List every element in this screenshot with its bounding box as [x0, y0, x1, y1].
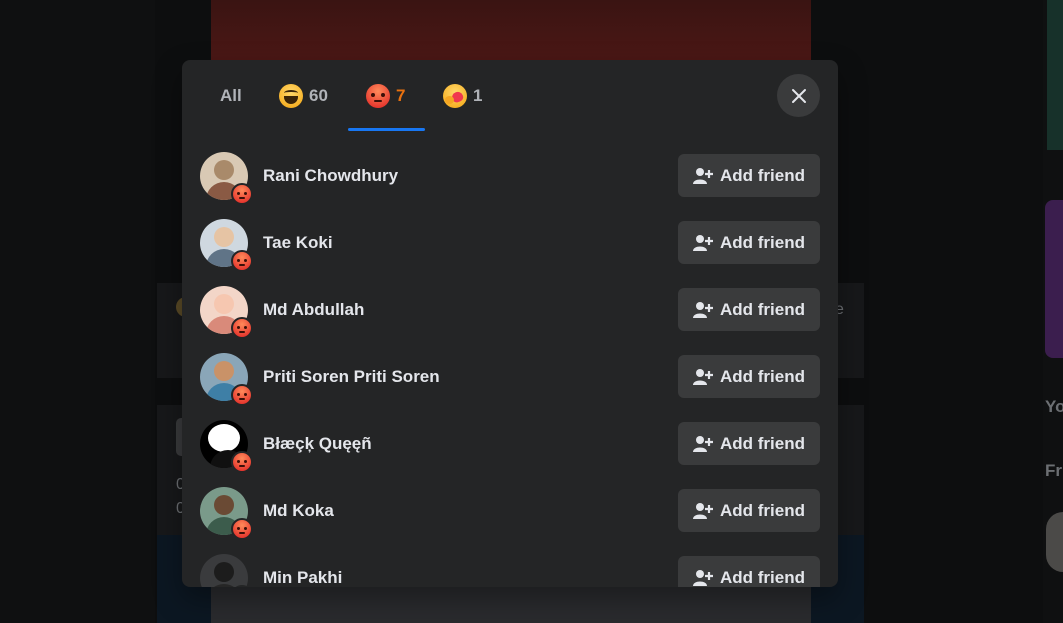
person-name[interactable]: Rani Chowdhury [263, 166, 398, 186]
right-rail-heading-2: Fri [1045, 461, 1063, 480]
add-friend-icon [693, 569, 713, 586]
add-friend-button[interactable]: Add friend [678, 355, 820, 398]
reaction-tabs: All 60 7 1 [182, 60, 838, 132]
add-friend-label: Add friend [720, 433, 805, 453]
angry-emoji-icon [366, 84, 390, 108]
avatar[interactable] [200, 353, 253, 406]
active-tab-indicator [348, 128, 425, 131]
list-item: Priti Soren Priti Soren Add friend [182, 343, 838, 410]
list-item: Błæçķ Quęęñ Add friend [182, 410, 838, 477]
add-friend-button[interactable]: Add friend [678, 221, 820, 264]
add-friend-icon [693, 502, 713, 519]
list-item: Tae Koki Add friend [182, 209, 838, 276]
add-friend-button[interactable]: Add friend [678, 422, 820, 465]
tab-all[interactable]: All [220, 76, 242, 116]
person-name[interactable]: Md Abdullah [263, 300, 364, 320]
add-friend-icon [693, 435, 713, 452]
person-name[interactable]: Min Pakhi [263, 568, 342, 587]
tab-angry-count: 7 [396, 86, 406, 105]
add-friend-label: Add friend [720, 165, 805, 185]
add-friend-icon [693, 167, 713, 184]
add-friend-button[interactable]: Add friend [678, 288, 820, 331]
list-item: Md Abdullah Add friend [182, 276, 838, 343]
right-rail-promo [1045, 200, 1063, 358]
tab-all-label: All [220, 86, 242, 105]
avatar-head [214, 495, 234, 515]
angry-reaction-badge-icon [231, 183, 253, 205]
tab-care[interactable]: 1 [443, 76, 482, 116]
avatar-head [214, 562, 234, 582]
left-panel [0, 0, 155, 623]
right-rail-avatar [1046, 512, 1063, 572]
close-button[interactable] [777, 74, 820, 117]
avatar-image [200, 554, 248, 587]
avatar[interactable] [200, 152, 253, 205]
person-name[interactable]: Md Koka [263, 501, 334, 521]
angry-reaction-badge-icon [231, 518, 253, 540]
avatar[interactable] [200, 286, 253, 339]
avatar-head [214, 294, 234, 314]
add-friend-icon [693, 368, 713, 385]
list-item: Md Koka Add friend [182, 477, 838, 544]
person-name[interactable]: Błæçķ Quęęñ [263, 434, 372, 454]
care-emoji-icon [443, 84, 467, 108]
add-friend-label: Add friend [720, 500, 805, 520]
tab-care-count: 1 [473, 86, 483, 105]
add-friend-label: Add friend [720, 299, 805, 319]
tab-haha-count: 60 [309, 86, 328, 105]
right-rail-card [1047, 0, 1063, 150]
list-item: Rani Chowdhury Add friend [182, 142, 838, 209]
angry-reaction-badge-icon [231, 451, 253, 473]
avatar[interactable] [200, 219, 253, 272]
person-name[interactable]: Tae Koki [263, 233, 333, 253]
angry-reaction-badge-icon [231, 317, 253, 339]
avatar-head [214, 227, 234, 247]
add-friend-label: Add friend [720, 232, 805, 252]
right-rail-heading: Yo [1045, 397, 1063, 416]
avatar[interactable] [200, 420, 253, 473]
avatar-head [208, 424, 240, 452]
avatar[interactable] [200, 487, 253, 540]
angry-reaction-badge-icon [231, 384, 253, 406]
avatar[interactable] [200, 554, 253, 587]
add-friend-icon [693, 301, 713, 318]
add-friend-label: Add friend [720, 567, 805, 587]
list-item: Min Pakhi Add friend [182, 544, 838, 587]
add-friend-button[interactable]: Add friend [678, 489, 820, 532]
reactions-dialog: All 60 7 1 Rani Chowdhury Add friend Tae… [182, 60, 838, 587]
close-icon [791, 88, 806, 103]
avatar-head [214, 361, 234, 381]
avatar-head [214, 160, 234, 180]
angry-reaction-badge-icon [231, 250, 253, 272]
haha-emoji-icon [279, 84, 303, 108]
tab-angry[interactable]: 7 [366, 76, 405, 116]
add-friend-icon [693, 234, 713, 251]
tab-haha[interactable]: 60 [279, 76, 328, 116]
add-friend-button[interactable]: Add friend [678, 556, 820, 587]
person-name[interactable]: Priti Soren Priti Soren [263, 367, 440, 387]
bottom-media [211, 586, 811, 623]
add-friend-label: Add friend [720, 366, 805, 386]
add-friend-button[interactable]: Add friend [678, 154, 820, 197]
